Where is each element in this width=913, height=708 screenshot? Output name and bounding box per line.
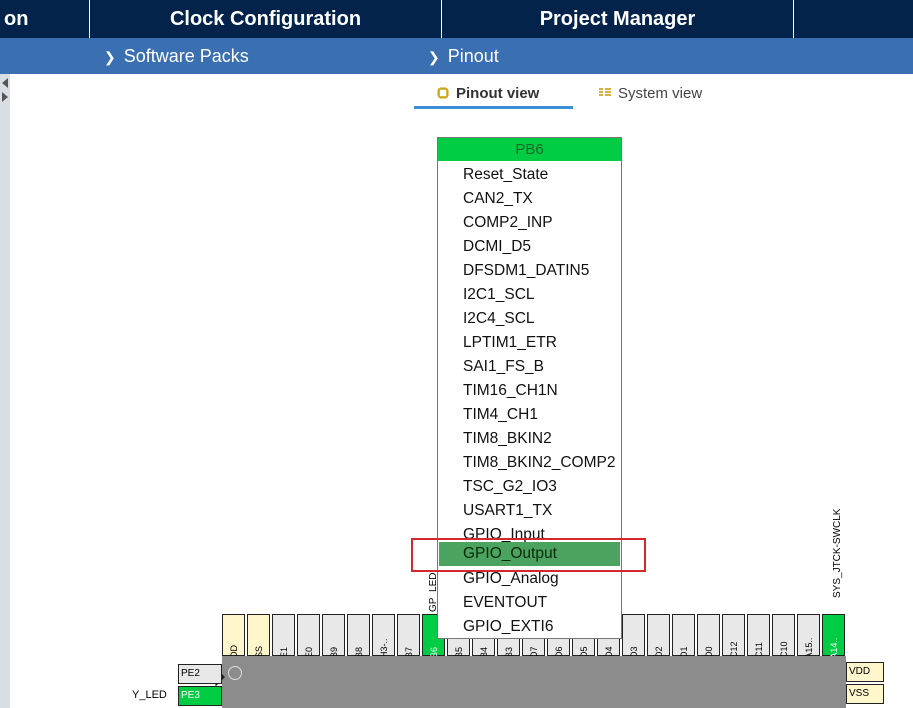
system-view-tab[interactable]: System view [598, 83, 702, 107]
pin-pa15[interactable]: PA15.. [797, 614, 820, 664]
pin-pd3[interactable]: PD3 [622, 614, 645, 664]
highlight-frame [411, 538, 646, 572]
expand-right-icon[interactable] [2, 92, 8, 102]
pin-pd2[interactable]: PD2 [647, 614, 670, 664]
signal-label-led-left: Y_LED [132, 689, 167, 701]
top-tab-bar: on Clock Configuration Project Manager [0, 0, 913, 38]
menu-item-tim8-bkin2[interactable]: TIM8_BKIN2 [463, 427, 552, 451]
menu-item-comp2-inp[interactable]: COMP2_INP [463, 211, 553, 235]
active-tab-underline [414, 106, 573, 109]
menu-item-tim4-ch1[interactable]: TIM4_CH1 [463, 403, 538, 427]
pinout-view-tab[interactable]: Pinout view [436, 83, 539, 107]
pin-vss-right[interactable]: VSS [846, 684, 884, 704]
sub-tab-bar: ❯ Software Packs ❯ Pinout [0, 38, 913, 74]
pin-vss[interactable]: VSS [247, 614, 270, 664]
pin-pe1[interactable]: PE1 [272, 614, 295, 664]
chevron-down-icon: ❯ [104, 49, 116, 65]
pin-vdd-right[interactable]: VDD [846, 662, 884, 682]
menu-item-dcmi-d5[interactable]: DCMI_D5 [463, 235, 531, 259]
menu-item-i2c1-scl[interactable]: I2C1_SCL [463, 283, 535, 307]
pinout-menu[interactable]: ❯ Pinout [428, 38, 499, 74]
pin-pb7[interactable]: PB7 [397, 614, 420, 664]
menu-item-lptim1-etr[interactable]: LPTIM1_ETR [463, 331, 557, 355]
tab-tools[interactable] [794, 0, 913, 38]
menu-item-tim16-ch1n[interactable]: TIM16_CH1N [463, 379, 558, 403]
menu-item-dfsdm1-datin5[interactable]: DFSDM1_DATIN5 [463, 259, 589, 283]
pin-ph3[interactable]: PH3-.. [372, 614, 395, 664]
list-icon [599, 88, 611, 96]
pin1-marker [228, 666, 242, 680]
menu-item-eventout[interactable]: EVENTOUT [463, 591, 547, 615]
tab-clock-configuration[interactable]: Clock Configuration [90, 0, 442, 38]
pin-pc12[interactable]: PC12 [722, 614, 745, 664]
collapse-panel-strip[interactable] [0, 74, 10, 708]
pinout-view-label: Pinout view [456, 85, 540, 102]
pin-pe0[interactable]: PE0 [297, 614, 320, 664]
menu-item-sai1-fs-b[interactable]: SAI1_FS_B [463, 355, 544, 379]
software-packs-label: Software Packs [123, 46, 249, 66]
menu-item-gpio-exti6[interactable]: GPIO_EXTI6 [463, 615, 553, 639]
pin-vdd[interactable]: VDD [222, 614, 245, 664]
tab-project-manager[interactable]: Project Manager [442, 0, 794, 38]
menu-item-usart1-tx[interactable]: USART1_TX [463, 499, 552, 523]
chip-icon [437, 87, 449, 99]
chevron-down-icon: ❯ [428, 49, 440, 65]
pin-pb9[interactable]: PB9 [322, 614, 345, 664]
menu-item-tsc-g2-io3[interactable]: TSC_G2_IO3 [463, 475, 557, 499]
menu-item-reset-state[interactable]: Reset_State [463, 163, 548, 187]
mcu-chip-body [222, 656, 846, 708]
stm32cubemx-window: on Clock Configuration Project Manager ❯… [0, 0, 913, 708]
system-view-label: System view [618, 85, 703, 102]
menu-item-i2c4-scl[interactable]: I2C4_SCL [463, 307, 535, 331]
menu-header-pin: PB6 [438, 138, 621, 161]
pin-pc10[interactable]: PC10 [772, 614, 795, 664]
pin-pe3[interactable]: PE3 [178, 686, 222, 706]
pin-pc11[interactable]: PC11 [747, 614, 770, 664]
menu-item-can2-tx[interactable]: CAN2_TX [463, 187, 533, 211]
collapse-left-icon[interactable] [2, 78, 8, 88]
menu-item-tim8-bkin2-comp2[interactable]: TIM8_BKIN2_COMP2 [463, 451, 615, 475]
signal-label-swclk: SYS_JTCK-SWCLK [832, 508, 843, 598]
pin-pd1[interactable]: PD1 [672, 614, 695, 664]
software-packs-menu[interactable]: ❯ Software Packs [104, 38, 249, 74]
tab-pinout-configuration[interactable]: on [0, 0, 90, 38]
pin-pa14[interactable]: PA14.. [822, 614, 845, 664]
pin-pd0[interactable]: PD0 [697, 614, 720, 664]
pin-pb8[interactable]: PB8 [347, 614, 370, 664]
pinout-label: Pinout [447, 46, 499, 66]
pin-pe2[interactable]: PE2 [178, 664, 222, 684]
